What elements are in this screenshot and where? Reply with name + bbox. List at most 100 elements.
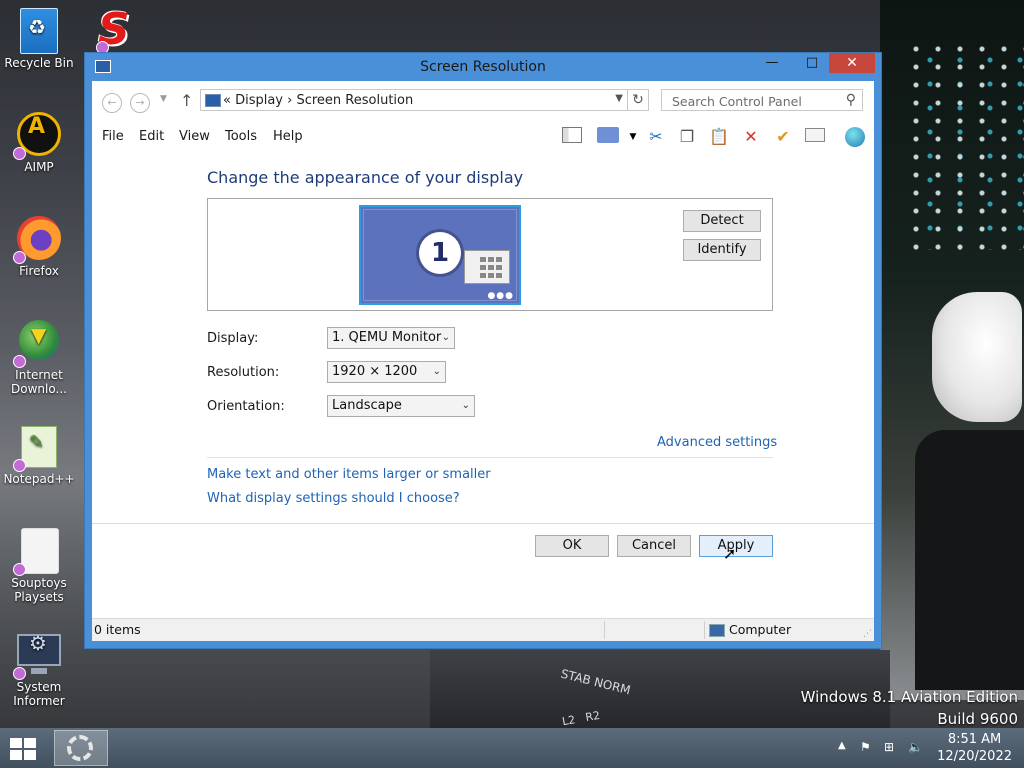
chevron-down-icon: ▼	[160, 94, 167, 104]
desktop-icon-label: Internet Downlo...	[11, 368, 67, 396]
display-select[interactable]: 1. QEMU Monitor ⌄	[327, 327, 455, 349]
resolution-select-value: 1920 × 1200	[332, 364, 418, 379]
firefox-icon	[13, 216, 61, 264]
display-help-link[interactable]: What display settings should I choose?	[207, 491, 460, 506]
paste-icon[interactable]: 📋	[708, 127, 730, 147]
desktop-icon-label: System Informer	[13, 680, 65, 708]
recycle-bin-icon: ♻	[17, 8, 61, 54]
properties-icon[interactable]	[804, 127, 826, 147]
title-bar[interactable]: Screen Resolution — □ ✕	[85, 53, 881, 81]
desktop-icon-internet-download[interactable]: ▼ Internet Downlo...	[0, 320, 78, 396]
chevron-down-icon[interactable]: ▼	[615, 93, 623, 104]
recent-locations-dropdown[interactable]: ▼	[160, 94, 167, 104]
advanced-settings-link[interactable]: Advanced settings	[657, 435, 777, 450]
desktop-icon-notepad-plus-plus[interactable]: ✎ Notepad++	[0, 424, 78, 486]
status-divider	[704, 621, 705, 639]
computer-icon	[709, 624, 725, 637]
main-content: Change the appearance of your display 1 …	[92, 153, 874, 553]
page-title: Change the appearance of your display	[207, 168, 524, 187]
resolution-select[interactable]: 1920 × 1200 ⌄	[327, 361, 446, 383]
menu-help[interactable]: Help	[273, 129, 303, 144]
detect-button[interactable]: Detect	[683, 210, 761, 232]
search-icon[interactable]: ⚲	[846, 92, 856, 108]
search-input[interactable]: Search Control Panel ⚲	[661, 89, 863, 111]
background-cockpit-lights	[905, 40, 1024, 250]
taskbar-control-panel[interactable]	[54, 730, 108, 766]
gear-icon	[67, 735, 93, 761]
desktop-icon-system-informer[interactable]: ⚙ System Informer	[0, 632, 78, 708]
desktop-icon-label: AIMP	[24, 160, 54, 174]
close-icon: ✕	[846, 55, 858, 71]
desktop-icon-souptoys[interactable]: Souptoys Playsets	[0, 528, 78, 604]
close-button[interactable]: ✕	[829, 53, 875, 73]
desktop-icon-label: Firefox	[19, 264, 59, 278]
search-placeholder: Search Control Panel	[672, 94, 802, 109]
volume-muted-icon[interactable]: 🔈	[908, 740, 923, 754]
menu-tools[interactable]: Tools	[225, 129, 257, 144]
watermark-edition: Windows 8.1 Aviation Edition	[800, 688, 1018, 706]
orientation-select[interactable]: Landscape ⌄	[327, 395, 475, 417]
layout-pane-icon[interactable]	[561, 127, 583, 147]
forward-button[interactable]: →	[130, 93, 150, 113]
display-preview-panel: 1 ●●● Detect Identify	[207, 198, 773, 311]
maximize-button[interactable]: □	[799, 53, 825, 73]
more-dots-icon: ●●●	[487, 291, 514, 301]
resolution-label: Resolution:	[207, 365, 280, 380]
display-icon	[205, 94, 221, 107]
refresh-icon: ↻	[632, 92, 644, 108]
up-arrow-icon: ↑	[180, 91, 194, 110]
identify-button[interactable]: Identify	[683, 239, 761, 261]
ok-button[interactable]: OK	[535, 535, 609, 557]
back-button[interactable]: ←	[102, 93, 122, 113]
network-icon[interactable]: ⊞	[884, 740, 894, 754]
cut-icon[interactable]: ✂	[645, 127, 667, 147]
text-size-link[interactable]: Make text and other items larger or smal…	[207, 467, 491, 482]
folder-options-dropdown[interactable]: ▼	[622, 127, 644, 147]
chevron-down-icon: ⌄	[432, 366, 441, 377]
action-center-flag-icon[interactable]: ⚑	[860, 740, 871, 754]
watermark-build: Build 9600	[937, 710, 1018, 728]
desktop-icon-aimp[interactable]: A AIMP	[0, 112, 78, 174]
display-label: Display:	[207, 331, 259, 346]
checkmark-icon[interactable]: ✔	[772, 127, 794, 147]
desktop-icon-recycle-bin[interactable]: ♻ Recycle Bin	[0, 8, 78, 70]
clock-date: 12/20/2022	[937, 749, 1012, 764]
show-hidden-icons-button[interactable]: ▲	[838, 740, 846, 751]
folder-icon[interactable]	[597, 127, 619, 147]
breadcrumb[interactable]: « Display › Screen Resolution	[223, 93, 413, 108]
desktop-icon-s-app[interactable]: S	[94, 8, 138, 54]
status-divider	[604, 621, 605, 639]
cancel-button[interactable]: Cancel	[617, 535, 691, 557]
clock-time: 8:51 AM	[947, 732, 1002, 747]
menu-view[interactable]: View	[179, 129, 210, 144]
delete-icon[interactable]: ✕	[740, 127, 762, 147]
globe-icon[interactable]	[844, 127, 866, 147]
orientation-select-value: Landscape	[332, 398, 402, 413]
taskbar: ▲ ⚑ ⊞ 🔈 8:51 AM 12/20/2022	[0, 728, 1024, 768]
aimp-icon: A	[13, 112, 61, 160]
monitor-preview[interactable]: 1 ●●●	[359, 205, 521, 305]
chevron-down-icon: ⌄	[461, 400, 470, 411]
refresh-button[interactable]: ↻	[627, 89, 649, 111]
address-bar[interactable]: « Display › Screen Resolution ▼	[200, 89, 628, 111]
minimize-button[interactable]: —	[759, 53, 785, 73]
back-arrow-icon: ←	[107, 96, 117, 109]
start-button[interactable]	[10, 738, 38, 760]
resize-grip-icon[interactable]: ⋰	[863, 629, 872, 639]
screen-resolution-window: Screen Resolution — □ ✕ ← → ▼ ↑ « Displa…	[84, 52, 882, 649]
monitor-number-badge: 1	[419, 232, 461, 274]
desktop-icon-firefox[interactable]: Firefox	[0, 216, 78, 278]
menu-file[interactable]: File	[102, 129, 124, 144]
menu-bar: File Edit View Tools Help ▼ ✂ ❐ 📋 ✕ ✔	[92, 119, 874, 153]
menu-edit[interactable]: Edit	[139, 129, 164, 144]
system-clock[interactable]: 8:51 AM 12/20/2022	[937, 731, 1012, 765]
background-throttle-knob	[932, 292, 1022, 422]
chevron-up-icon: ▲	[838, 740, 846, 751]
system-informer-icon: ⚙	[13, 632, 61, 680]
up-button[interactable]: ↑	[180, 91, 193, 110]
copy-icon[interactable]: ❐	[676, 127, 698, 147]
status-location: Computer	[729, 622, 792, 637]
dialog-footer: OK Cancel Apply ➚	[92, 523, 874, 620]
desktop-icon-label: Notepad++	[3, 472, 75, 486]
screen-grid-icon	[464, 250, 510, 284]
